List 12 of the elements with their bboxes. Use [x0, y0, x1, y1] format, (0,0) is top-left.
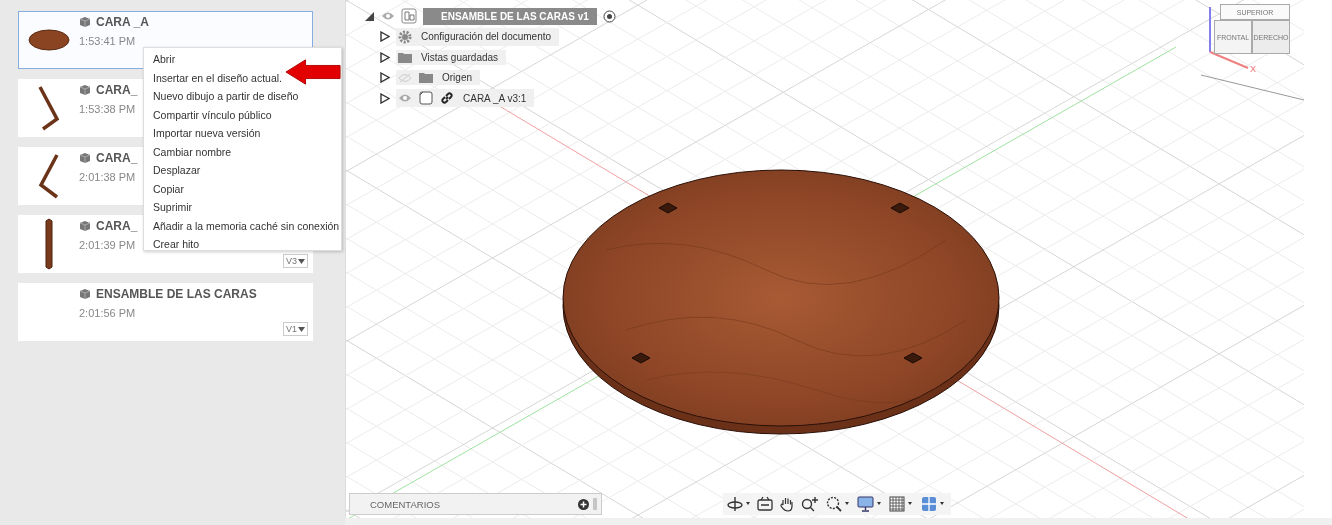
file-name: CARA _A	[96, 15, 149, 29]
file-name: ENSAMBLE DE LAS CARAS	[96, 287, 257, 301]
axis-label: X	[1250, 64, 1256, 74]
file-name: CARA_	[96, 151, 138, 165]
file-time: 2:01:38 PM	[79, 171, 137, 183]
file-time: 1:53:38 PM	[79, 103, 137, 115]
file-name: CARA_	[96, 83, 138, 97]
file-time: 2:01:39 PM	[79, 239, 137, 251]
file-name: CARA_	[96, 219, 138, 233]
comments-label: COMENTARIOS	[370, 498, 442, 510]
file-time: 2:01:56 PM	[79, 307, 137, 319]
file-time: 1:53:41 PM	[79, 35, 137, 47]
